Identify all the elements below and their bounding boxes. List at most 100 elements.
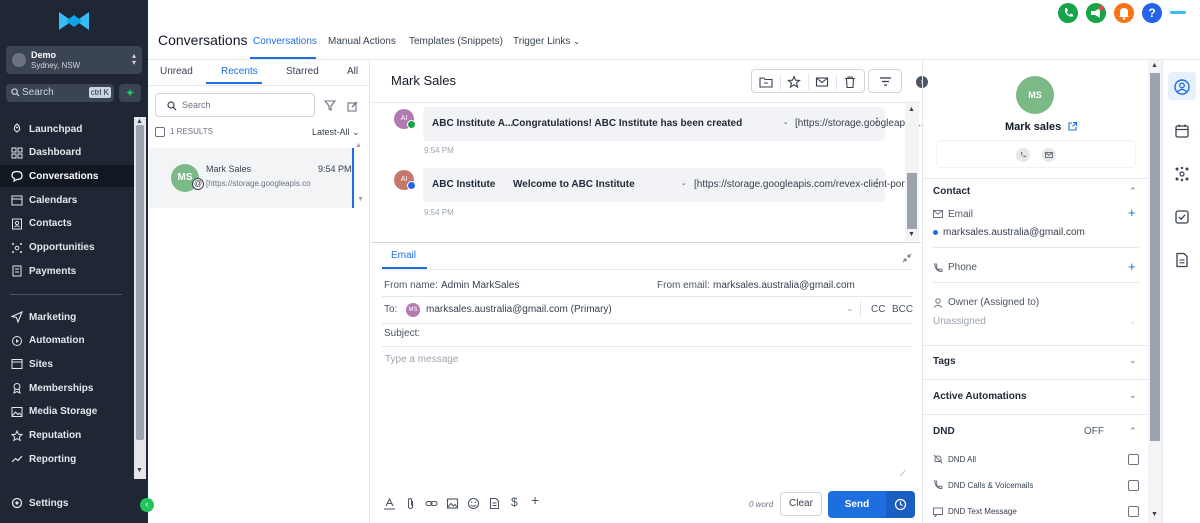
template-icon[interactable]: [488, 497, 501, 510]
clear-button[interactable]: Clear: [780, 492, 822, 516]
tab-starred[interactable]: Starred: [286, 66, 319, 77]
sidebar-item-dashboard[interactable]: Dashboard: [0, 142, 134, 164]
dnd-calls-checkbox[interactable]: [1128, 480, 1139, 491]
sidebar-search[interactable]: Search ctrl K: [6, 84, 114, 102]
mail-icon[interactable]: [1042, 148, 1056, 162]
scroll-down-icon[interactable]: ▼: [357, 196, 364, 203]
sidebar-scrollbar[interactable]: ▲ ▼: [134, 117, 146, 479]
folder-icon[interactable]: [759, 75, 773, 89]
calendar-icon[interactable]: [1174, 123, 1190, 139]
sidebar-item-contacts[interactable]: Contacts: [0, 213, 134, 235]
sidebar-item-media-storage[interactable]: Media Storage: [0, 401, 134, 423]
phone-icon[interactable]: [1058, 3, 1078, 23]
sidebar-item-reporting[interactable]: Reporting: [0, 448, 134, 470]
sidebar-item-memberships[interactable]: Memberships: [0, 377, 134, 399]
scroll-thumb[interactable]: [907, 173, 917, 229]
tab-recents[interactable]: Recents: [221, 66, 258, 77]
quick-action-button[interactable]: ✦: [119, 84, 141, 102]
compose-icon[interactable]: [347, 100, 359, 112]
sidebar-item-automation[interactable]: Automation: [0, 330, 134, 352]
bcc-button[interactable]: BCC: [892, 304, 913, 315]
message-link[interactable]: [https://storage.googleapis.com/revex-cl…: [694, 179, 916, 190]
contact-profile-icon[interactable]: [1174, 79, 1190, 95]
chevron-up-icon[interactable]: ⌃: [1129, 426, 1137, 437]
tags-section-title[interactable]: Tags: [933, 356, 956, 367]
scroll-up-icon[interactable]: ▲: [908, 106, 915, 113]
call-icon[interactable]: [1016, 148, 1030, 162]
bell-icon[interactable]: [1114, 3, 1134, 23]
dnd-text-checkbox[interactable]: [1128, 506, 1139, 517]
add-phone-icon[interactable]: +: [1128, 259, 1136, 274]
chevron-down-icon[interactable]: ⌄: [1129, 316, 1137, 327]
message-body-input[interactable]: [382, 348, 912, 478]
add-icon[interactable]: +: [531, 492, 539, 508]
payment-icon[interactable]: $: [511, 495, 518, 509]
notes-icon[interactable]: [1174, 252, 1190, 268]
sidebar-item-opportunities[interactable]: Opportunities: [0, 237, 134, 259]
schedule-send-button[interactable]: [886, 491, 915, 518]
owner-select[interactable]: Unassigned: [933, 316, 986, 327]
scroll-up-icon[interactable]: ▲: [355, 142, 362, 149]
more-icon[interactable]: ⋮: [872, 117, 882, 128]
trash-icon[interactable]: [843, 75, 857, 89]
tab-templates[interactable]: Templates (Snippets): [409, 36, 503, 47]
sidebar-item-sites[interactable]: Sites: [0, 353, 134, 375]
add-email-icon[interactable]: +: [1128, 205, 1136, 220]
to-field[interactable]: marksales.australia@gmail.com (Primary): [426, 304, 612, 315]
help-icon[interactable]: ?: [1142, 3, 1162, 23]
from-email-field[interactable]: marksales.australia@gmail.com: [713, 280, 855, 291]
tab-conversations[interactable]: Conversations: [253, 36, 317, 47]
tab-all[interactable]: All: [347, 66, 358, 77]
automations-section-title[interactable]: Active Automations: [933, 391, 1027, 402]
thread-scrollbar[interactable]: ▲ ▼: [905, 103, 919, 241]
tab-unread[interactable]: Unread: [160, 66, 193, 77]
attach-icon[interactable]: [404, 497, 417, 510]
tab-email[interactable]: Email: [391, 250, 416, 261]
scroll-thumb[interactable]: [136, 125, 144, 440]
contact-panel-scrollbar[interactable]: ▲ ▼: [1148, 60, 1162, 523]
chevron-down-icon[interactable]: ⌄: [846, 303, 854, 314]
image-icon[interactable]: [446, 497, 459, 510]
mail-icon[interactable]: [815, 75, 829, 89]
resize-handle-icon[interactable]: ⟋: [900, 469, 906, 479]
megaphone-icon[interactable]: [1086, 3, 1106, 23]
email-value[interactable]: marksales.australia@gmail.com: [943, 227, 1085, 238]
star-icon[interactable]: [787, 75, 801, 89]
link-icon[interactable]: [425, 497, 438, 510]
chevron-down-icon[interactable]: ⌄: [1129, 355, 1137, 366]
sidebar-item-settings[interactable]: Settings: [0, 492, 134, 514]
tab-trigger-links[interactable]: Trigger Links ⌄: [513, 36, 580, 47]
conversation-search-input[interactable]: Search: [155, 93, 315, 117]
sidebar-item-calendars[interactable]: Calendars: [0, 189, 134, 211]
scroll-down-icon[interactable]: ▼: [908, 231, 915, 238]
task-icon[interactable]: [1174, 209, 1190, 225]
scroll-down-icon[interactable]: ▼: [1151, 511, 1158, 518]
text-format-icon[interactable]: [383, 497, 396, 510]
account-switcher[interactable]: Demo Sydney, NSW ▴ ▾: [6, 46, 142, 74]
more-icon[interactable]: ⋮: [872, 178, 882, 189]
select-all-checkbox[interactable]: [155, 127, 165, 137]
thread-filter-button[interactable]: [868, 69, 902, 93]
sidebar-item-launchpad[interactable]: Launchpad: [0, 118, 134, 140]
app-logo[interactable]: [57, 10, 91, 32]
sidebar-item-conversations[interactable]: Conversations: [0, 165, 134, 188]
chevron-up-icon[interactable]: ⌃: [1129, 186, 1137, 197]
message-bubble[interactable]: ABC Institute Welcome to ABC Institute -…: [423, 168, 916, 202]
sidebar-item-reputation[interactable]: Reputation: [0, 425, 134, 447]
chevron-down-icon[interactable]: ⌄: [1129, 390, 1137, 401]
sidebar-item-payments[interactable]: Payments: [0, 260, 134, 282]
subject-input[interactable]: [431, 326, 901, 342]
collapse-icon[interactable]: [902, 253, 912, 263]
cc-button[interactable]: CC: [871, 304, 885, 315]
sort-dropdown[interactable]: Latest-All ⌄: [312, 127, 360, 138]
scroll-up-icon[interactable]: ▲: [1151, 62, 1158, 69]
sidebar-item-marketing[interactable]: Marketing: [0, 306, 134, 328]
filter-icon[interactable]: [324, 100, 336, 111]
external-link-icon[interactable]: [1067, 121, 1078, 132]
tab-manual-actions[interactable]: Manual Actions: [328, 36, 396, 47]
conversation-item[interactable]: MS @ Mark Sales 9:54 PM [https://storage…: [149, 148, 354, 208]
send-button[interactable]: Send: [828, 491, 886, 518]
emoji-icon[interactable]: [467, 497, 480, 510]
user-menu-icon[interactable]: [1170, 11, 1186, 14]
message-bubble[interactable]: ABC Institute A... Congratulations! ABC …: [423, 107, 923, 141]
